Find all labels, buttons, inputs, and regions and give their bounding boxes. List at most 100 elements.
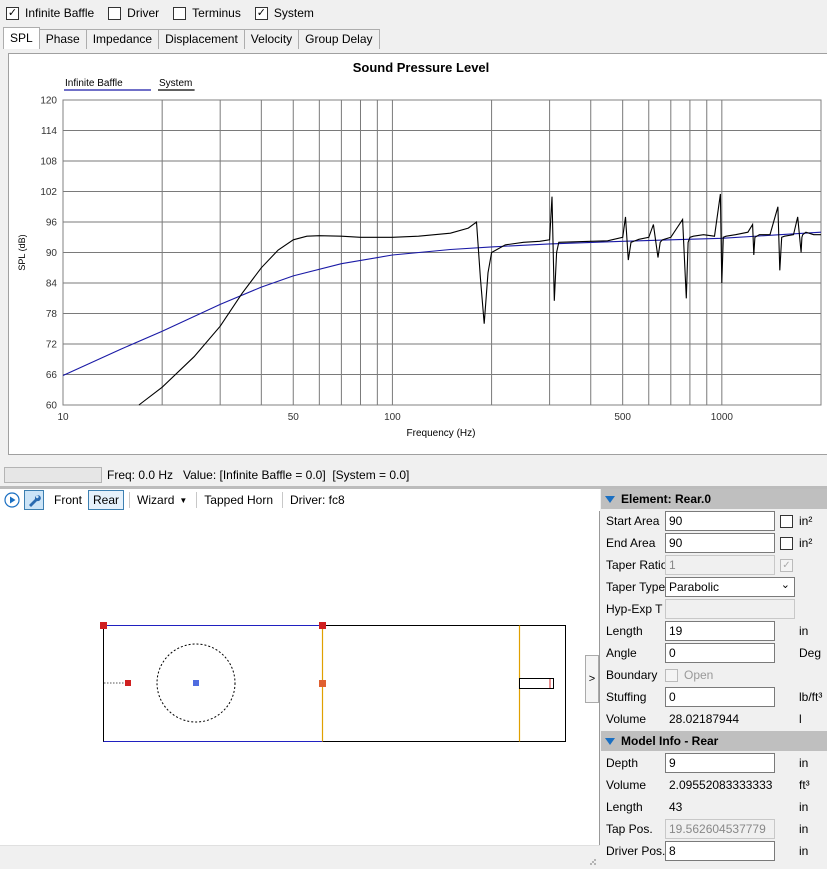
spl-chart: 60 66 72 78 84 90 96 102 108 114 120 10 50 100 500 1000… — [17, 60, 822, 439]
checkbox-label: Infinite Baffle — [25, 6, 95, 20]
section-header[interactable]: Model Info - Rear — [601, 731, 827, 751]
cursor-readout: Freq: 0.0 Hz Value: [Infinite Baffle = 0… — [107, 468, 410, 482]
series-checkbox-driver[interactable]: Driver — [108, 6, 159, 20]
property-input[interactable]: 90 — [665, 511, 775, 531]
y-tick-label: 84 — [46, 279, 58, 290]
checkbox-label: Terminus — [192, 6, 241, 20]
tab-group-delay[interactable]: Group Delay — [298, 29, 380, 49]
tab-impedance[interactable]: Impedance — [85, 29, 160, 49]
toolbar-separator — [129, 492, 131, 508]
property-input: 1 — [665, 555, 775, 575]
series-checkbox-terminus[interactable]: Terminus — [173, 6, 241, 20]
property-input[interactable]: 90 — [665, 533, 775, 553]
horizontal-scrollbar[interactable] — [0, 845, 600, 869]
unit-label: ft³ — [799, 778, 810, 792]
property-row-taper-ratio: Taper Ratio 1 ✓ — [601, 554, 827, 576]
unit-label: in — [799, 624, 809, 638]
checkbox-checked-icon[interactable]: ✓ — [6, 6, 19, 20]
driver-center-handle[interactable] — [193, 680, 199, 686]
property-input — [665, 599, 795, 619]
y-tick-label: 72 — [46, 340, 58, 351]
y-tick-label: 78 — [46, 309, 58, 320]
lock-checkbox[interactable] — [780, 515, 793, 528]
taper-type-select[interactable]: Parabolic ⌄ — [665, 577, 795, 597]
property-value: 2.09552083333333 — [669, 778, 773, 792]
property-label: Taper Ratio — [606, 558, 668, 572]
property-row-taper-type: Taper Type Parabolic ⌄ — [601, 576, 827, 598]
unit-label: in — [799, 822, 809, 836]
design-panel: Front Rear Wizard ▼ Tapped Horn Driver: … — [0, 489, 600, 869]
property-row-volume: Volume 28.02187944 l — [601, 708, 827, 730]
property-row-start-area: Start Area 90 in² — [601, 510, 827, 532]
driver-label: Driver: fc8 — [290, 493, 345, 507]
property-label: Angle — [606, 646, 637, 660]
boundary-checkbox — [665, 669, 678, 682]
unit-label: Deg — [799, 646, 822, 660]
property-input[interactable]: 8 — [665, 841, 775, 861]
y-tick-label: 114 — [41, 126, 57, 137]
y-tick-label: 102 — [40, 187, 57, 198]
rear-button[interactable]: Rear — [88, 490, 125, 510]
property-input[interactable]: 9 — [665, 753, 775, 773]
property-row-stuffing: Stuffing 0 lb/ft³ — [601, 686, 827, 708]
property-row-end-area: End Area 90 in² — [601, 532, 827, 554]
corner-handle[interactable] — [100, 622, 107, 629]
series-toggle-row: ✓ Infinite Baffle Driver Terminus ✓ System — [0, 0, 827, 26]
x-tick-label: 10 — [57, 412, 69, 423]
checkbox-empty-icon[interactable] — [108, 6, 122, 20]
series-checkbox-infinite-baffle[interactable]: ✓ Infinite Baffle — [6, 6, 94, 20]
wrench-icon[interactable] — [24, 490, 44, 510]
unit-label: in — [799, 756, 809, 770]
property-input[interactable]: 0 — [665, 687, 775, 707]
y-axis-label: SPL (dB) — [17, 234, 27, 270]
tab-displacement[interactable]: Displacement — [158, 29, 245, 49]
property-value: 28.02187944 — [669, 712, 740, 726]
property-label: Volume — [606, 712, 647, 726]
property-row-angle: Angle 0 Deg — [601, 642, 827, 664]
y-tick-label: 90 — [46, 248, 58, 259]
unit-label: in — [799, 800, 809, 814]
design-toolbar: Front Rear Wizard ▼ Tapped Horn Driver: … — [0, 489, 600, 511]
chevron-down-icon: ▼ — [179, 495, 188, 505]
y-tick-label: 120 — [40, 96, 57, 107]
resize-grip-icon[interactable] — [589, 858, 597, 866]
property-label: Driver Pos. — [606, 844, 666, 858]
corner-handle[interactable] — [319, 622, 326, 629]
y-tick-label: 108 — [40, 157, 57, 168]
select-value: Parabolic — [669, 580, 720, 594]
tab-phase[interactable]: Phase — [38, 29, 87, 49]
collapse-triangle-icon[interactable] — [605, 496, 615, 504]
property-row-driver-pos-: Driver Pos. 8 in — [601, 840, 827, 862]
collapse-panel-button[interactable]: > — [585, 655, 599, 703]
wizard-dropdown[interactable]: Wizard ▼ — [133, 490, 191, 510]
tab-spl[interactable]: SPL — [3, 27, 40, 49]
property-row-boundary: Boundary Open — [601, 664, 827, 686]
mid-handle[interactable] — [319, 680, 326, 687]
checkbox-label: System — [273, 6, 314, 20]
x-tick-label: 50 — [288, 412, 300, 423]
enclosure-diagram — [100, 622, 566, 742]
front-button[interactable]: Front — [50, 490, 86, 510]
property-label: Stuffing — [606, 690, 647, 704]
property-input[interactable]: 19 — [665, 621, 775, 641]
collapse-triangle-icon[interactable] — [605, 738, 615, 746]
y-tick-label: 60 — [46, 401, 58, 412]
checkbox-label: Driver — [127, 6, 160, 20]
enclosure-outline — [103, 625, 566, 742]
checkbox-empty-icon[interactable] — [173, 6, 187, 20]
driver-edge-handle[interactable] — [125, 680, 131, 686]
x-tick-label: 500 — [614, 412, 631, 423]
wizard-label: Wizard — [137, 493, 175, 507]
property-row-hyp-exp-t: Hyp-Exp T — [601, 598, 827, 620]
property-input[interactable]: 0 — [665, 643, 775, 663]
series-checkbox-system[interactable]: ✓ System — [254, 6, 314, 20]
property-label: Length — [606, 800, 643, 814]
progress-box — [4, 467, 102, 483]
section-header[interactable]: Element: Rear.0 — [601, 489, 827, 509]
lock-checkbox[interactable] — [780, 537, 793, 550]
tab-velocity[interactable]: Velocity — [243, 29, 300, 49]
port-mouth — [519, 678, 554, 689]
checkbox-checked-icon[interactable]: ✓ — [254, 6, 268, 20]
play-icon[interactable] — [2, 490, 22, 510]
unit-label: in² — [799, 514, 813, 528]
